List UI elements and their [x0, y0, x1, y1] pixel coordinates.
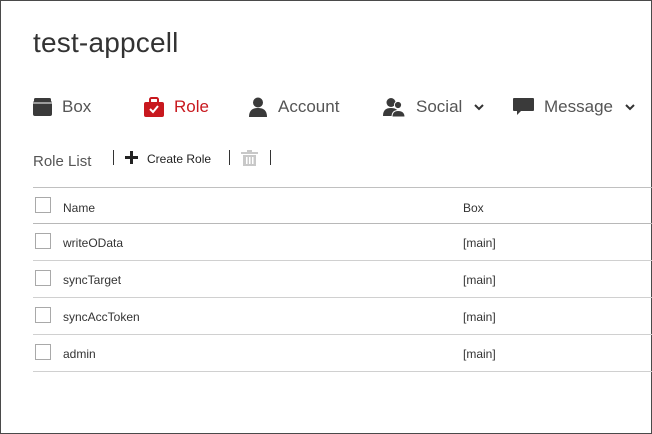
role-box: [main] — [463, 236, 496, 250]
box-icon — [33, 98, 52, 116]
create-role-label: Create Role — [147, 152, 212, 166]
toolbar-divider — [270, 150, 271, 165]
select-all-checkbox[interactable] — [35, 197, 51, 213]
trash-icon — [241, 150, 258, 171]
row-checkbox[interactable] — [35, 344, 51, 360]
column-header-box: Box — [463, 201, 484, 215]
message-icon — [513, 97, 534, 117]
create-role-button[interactable]: Create Role — [125, 149, 211, 169]
nav-item-box-label: Box — [62, 97, 92, 116]
table-row[interactable]: syncAccToken [main] — [33, 298, 652, 335]
nav-item-box[interactable]: Box — [33, 89, 91, 125]
chevron-down-icon — [474, 103, 485, 111]
nav-item-role-label: Role — [174, 97, 209, 116]
row-checkbox[interactable] — [35, 307, 51, 323]
list-title: Role List — [33, 153, 92, 170]
row-checkbox[interactable] — [35, 233, 51, 249]
nav-item-social[interactable]: Social — [383, 89, 485, 125]
delete-button[interactable] — [241, 150, 258, 171]
table-header: Name Box — [33, 187, 652, 224]
table-row[interactable]: admin [main] — [33, 335, 652, 372]
account-icon — [248, 97, 268, 117]
table-row[interactable]: syncTarget [main] — [33, 261, 652, 298]
nav-item-social-label: Social — [416, 97, 463, 116]
toolbar-divider — [113, 150, 114, 165]
nav-item-role[interactable]: Role — [144, 89, 209, 125]
role-box: [main] — [463, 347, 496, 361]
app-window: test-appcell Box Role Account Social Mes… — [0, 0, 652, 434]
chevron-down-icon — [625, 103, 635, 111]
table-row[interactable]: writeOData [main] — [33, 224, 652, 261]
row-checkbox[interactable] — [35, 270, 51, 286]
role-table: Name Box writeOData [main] syncTarget [m… — [33, 187, 652, 372]
toolbar-divider — [229, 150, 230, 165]
nav-item-account-label: Account — [278, 97, 340, 116]
page-title: test-appcell — [33, 27, 179, 58]
nav-item-message-label: Message — [544, 97, 613, 116]
role-box: [main] — [463, 310, 496, 324]
role-name[interactable]: syncTarget — [63, 273, 121, 287]
nav-item-message[interactable]: Message — [513, 89, 635, 125]
role-name[interactable]: syncAccToken — [63, 310, 140, 324]
social-icon — [383, 97, 406, 117]
main-nav: Box Role Account Social Message — [1, 89, 652, 125]
column-header-name: Name — [63, 201, 96, 215]
role-icon — [144, 97, 164, 117]
plus-icon — [125, 151, 138, 167]
nav-item-account[interactable]: Account — [248, 89, 339, 125]
role-box: [main] — [463, 273, 496, 287]
role-name[interactable]: admin — [63, 347, 96, 361]
role-name[interactable]: writeOData — [63, 236, 123, 250]
